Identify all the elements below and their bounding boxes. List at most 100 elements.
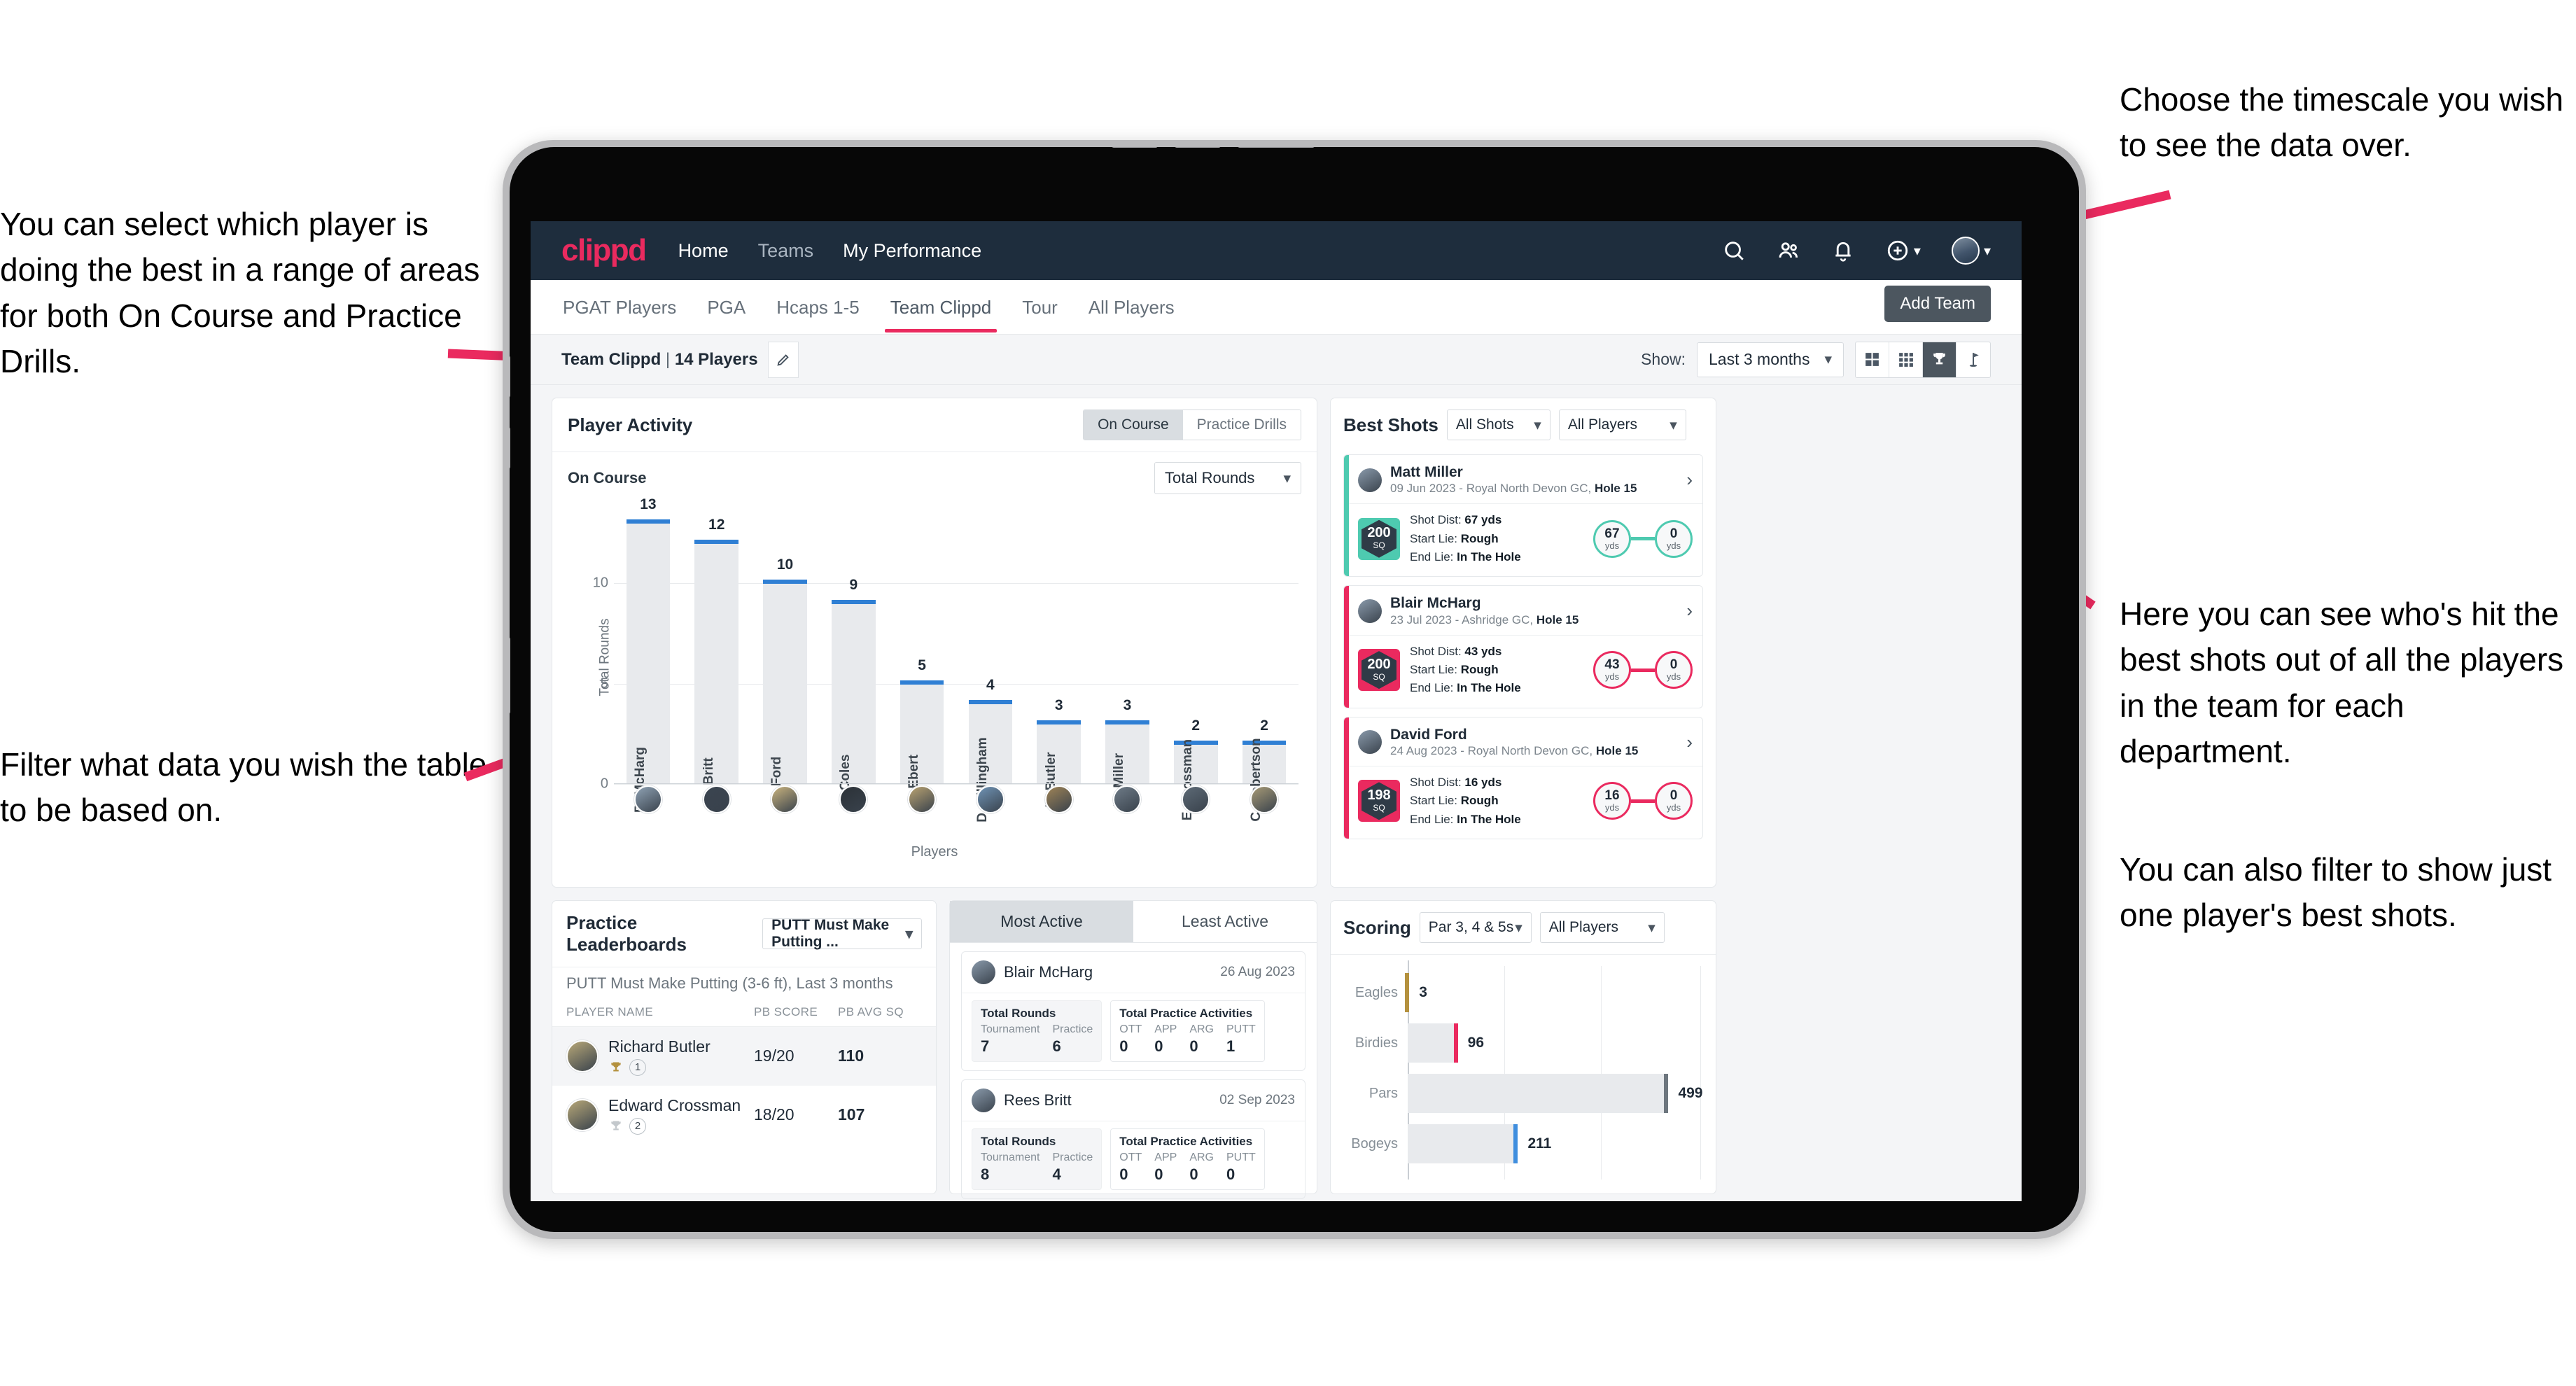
player-avatar[interactable] — [1250, 785, 1279, 813]
tab-least-active[interactable]: Least Active — [1133, 901, 1317, 942]
chart-bar[interactable]: 3 R. Butler — [1037, 697, 1081, 808]
team-count: 14 Players — [674, 349, 758, 369]
activity-practice-key: ARG — [1189, 1023, 1214, 1035]
scoring-bar-row[interactable]: Bogeys 211 — [1346, 1119, 1700, 1169]
scoring-header: Scoring Par 3, 4 & 5s ▾ All Players ▾ — [1331, 901, 1716, 954]
chart-bar[interactable]: 13 B. McHarg — [626, 496, 671, 813]
chart-bar-column[interactable]: 10 D. Ford — [751, 507, 820, 803]
nav-link-my-performance[interactable]: My Performance — [843, 240, 981, 262]
avatar[interactable] — [566, 1040, 598, 1072]
shot-facts: Shot Dist: 67 yds Start Lie: Rough End Lie… — [1410, 511, 1521, 566]
player-avatar[interactable] — [634, 785, 662, 813]
chevron-right-icon[interactable]: › — [1686, 732, 1693, 753]
chart-bar-column[interactable]: 13 B. McHarg — [614, 496, 682, 813]
add-menu[interactable]: ▾ — [1886, 239, 1921, 262]
metric-select[interactable]: Total Rounds ▾ — [1154, 462, 1301, 494]
chart-bar[interactable]: 4 D. Billingham — [968, 677, 1013, 822]
leaderboard-row[interactable]: Richard Butler 1 19/20 110 — [552, 1027, 936, 1086]
chevron-right-icon[interactable]: › — [1686, 600, 1693, 622]
chart-bar-column[interactable]: 5 E. Ebert — [888, 507, 956, 805]
tab-tour[interactable]: Tour — [1021, 281, 1059, 332]
tab-most-active[interactable]: Most Active — [950, 901, 1133, 942]
chart-bar-value: 10 — [776, 556, 794, 573]
clippd-logo[interactable]: clippd — [561, 233, 647, 268]
tab-hcaps-1-5[interactable]: Hcaps 1-5 — [775, 281, 861, 332]
chart-bar-column[interactable]: 12 R. Britt — [682, 507, 751, 802]
scoring-player-filter[interactable]: All Players ▾ — [1539, 912, 1665, 943]
avatar[interactable] — [1951, 237, 1980, 265]
chart-bar-value: 2 — [1260, 717, 1268, 734]
best-shots-player-filter[interactable]: All Players ▾ — [1558, 410, 1686, 440]
avatar[interactable] — [566, 1098, 598, 1131]
annotation-left-bottom: Filter what data you wish the table to b… — [0, 746, 487, 829]
activity-card: Most Active Least Active Blair McHarg 26 … — [949, 900, 1317, 1199]
view-toggle-grid-3x3[interactable] — [1889, 342, 1923, 377]
best-shots-shot-filter[interactable]: All Shots ▾ — [1446, 410, 1550, 440]
activity-player-card[interactable]: Blair McHarg 26 Aug 2023 Total Rounds Tourn… — [961, 951, 1306, 1071]
scoring-par-filter[interactable]: Par 3, 4 & 5s ▾ — [1419, 912, 1532, 943]
edit-team-button[interactable] — [767, 341, 799, 378]
chart-bar[interactable]: 2 C. Robertson — [1242, 718, 1287, 822]
chevron-right-icon[interactable]: › — [1686, 469, 1693, 491]
player-avatar[interactable] — [976, 785, 1004, 813]
best-shot-card[interactable]: Matt Miller 09 Jun 2023 - Royal North Dev… — [1343, 454, 1703, 578]
scoring-bar-row[interactable]: Birdies 96 — [1346, 1018, 1700, 1068]
account-menu[interactable]: ▾ — [1951, 237, 1991, 265]
shot-card-body: 200 SQ Shot Dist: 43 yds Start Lie: Rough En… — [1344, 634, 1702, 708]
chart-bar-column[interactable]: 3 R. Butler — [1025, 507, 1093, 808]
avatar[interactable] — [1358, 730, 1382, 755]
scoring-bar-row[interactable]: Pars 499 — [1346, 1068, 1703, 1119]
segment-on-course[interactable]: On Course — [1084, 410, 1183, 440]
activity-round-key: Practice — [1052, 1152, 1093, 1163]
player-avatar[interactable] — [1182, 785, 1210, 813]
plus-circle-icon[interactable] — [1886, 239, 1910, 262]
chart-bar[interactable]: 10 D. Ford — [763, 556, 807, 803]
activity-practice-value: 0 — [1154, 1037, 1163, 1055]
player-avatar[interactable] — [771, 785, 799, 813]
chart-bar[interactable]: 5 E. Ebert — [899, 657, 944, 805]
avatar[interactable] — [1358, 468, 1382, 492]
chart-bar-column[interactable]: 4 D. Billingham — [956, 507, 1025, 822]
scoring-bar-value: 3 — [1419, 984, 1427, 1000]
view-toggle-trophy[interactable] — [1923, 342, 1956, 377]
view-toggle-golf-flag[interactable] — [1956, 342, 1990, 377]
player-avatar[interactable] — [702, 785, 731, 813]
chart-bar-column[interactable]: 2 C. Robertson — [1230, 507, 1298, 822]
chart-bar[interactable]: 2 E. Crossman — [1173, 718, 1218, 820]
tab-pgat-players[interactable]: PGAT Players — [561, 281, 678, 332]
tab-all-players[interactable]: All Players — [1087, 281, 1176, 332]
player-avatar[interactable] — [908, 785, 937, 813]
view-toggle-grid-2x2[interactable] — [1856, 342, 1889, 377]
avatar[interactable] — [972, 1088, 995, 1112]
scoring-bar-cap — [1453, 1023, 1458, 1063]
avatar[interactable] — [1358, 598, 1382, 623]
chart-bar-column[interactable]: 9 J. Coles — [819, 507, 888, 805]
best-shot-card[interactable]: Blair McHarg 23 Jul 2023 - Ashridge GC, H… — [1343, 585, 1703, 708]
tab-pga[interactable]: PGA — [706, 281, 747, 332]
people-icon[interactable] — [1777, 239, 1800, 262]
chart-bar-column[interactable]: 3 M. Miller — [1093, 507, 1162, 806]
best-shot-card[interactable]: David Ford 24 Aug 2023 - Royal North Devo… — [1343, 716, 1703, 839]
nav-link-teams[interactable]: Teams — [758, 240, 814, 262]
leaderboard-row[interactable]: Edward Crossman 2 18/20 107 — [552, 1086, 936, 1144]
chart-bar[interactable]: 9 J. Coles — [832, 577, 876, 805]
chart-bar[interactable]: 3 M. Miller — [1105, 697, 1149, 806]
bell-icon[interactable] — [1831, 239, 1855, 262]
chart-bar-column[interactable]: 2 E. Crossman — [1161, 507, 1230, 820]
player-avatar[interactable] — [839, 785, 868, 813]
avatar[interactable] — [972, 960, 995, 984]
scoring-bar-row[interactable]: Eagles 3 — [1346, 967, 1700, 1018]
dashboard-top-row: Player Activity On Course Practice Drill… — [552, 398, 2001, 888]
player-avatar[interactable] — [1044, 785, 1073, 813]
sub-tab-bar: PGAT Players PGA Hcaps 1-5 Team Clippd T… — [531, 280, 2022, 335]
search-icon[interactable] — [1722, 239, 1746, 262]
scoring-bar-track: 499 — [1408, 1074, 1703, 1113]
segment-practice-drills[interactable]: Practice Drills — [1182, 410, 1301, 440]
tab-team-clippd[interactable]: Team Clippd — [884, 281, 997, 332]
timescale-select[interactable]: Last 3 months ▾ — [1697, 342, 1844, 377]
chart-bar[interactable]: 12 R. Britt — [694, 517, 738, 802]
activity-player-card[interactable]: Rees Britt 02 Sep 2023 Total Rounds Tournam… — [961, 1079, 1306, 1199]
player-avatar[interactable] — [1113, 785, 1142, 813]
nav-link-home[interactable]: Home — [678, 240, 729, 262]
drill-select[interactable]: PUTT Must Make Putting ... ▾ — [762, 917, 922, 950]
